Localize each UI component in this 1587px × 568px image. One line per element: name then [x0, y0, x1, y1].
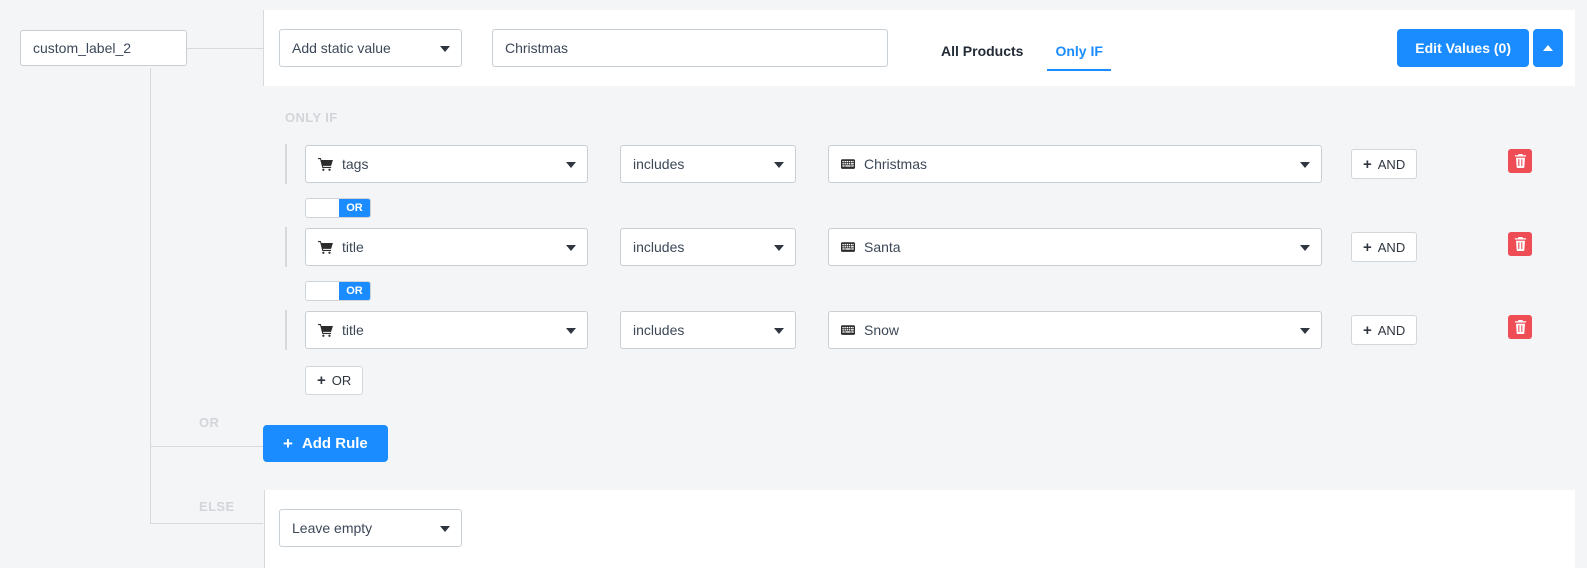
shopping-cart-icon [318, 157, 333, 171]
shopping-cart-icon [318, 240, 333, 254]
rule-field-label: title [342, 322, 364, 338]
action-type-label: Add static value [292, 40, 391, 56]
shopping-cart-icon [318, 323, 333, 337]
tab-only-if[interactable]: Only IF [1047, 43, 1111, 71]
connector-to-add-rule [150, 446, 263, 447]
rule-value-select[interactable]: Santa [828, 228, 1322, 266]
delete-rule-button[interactable] [1508, 149, 1532, 173]
rule-builder-screen: custom_label_2 Add static value Christma… [0, 0, 1587, 568]
chevron-down-icon [774, 162, 784, 168]
plus-icon: + [1363, 238, 1372, 256]
rule-field-select[interactable]: title [305, 228, 588, 266]
rule-value-label: Christmas [864, 156, 928, 172]
connector-to-else [150, 523, 263, 524]
and-label: AND [1377, 322, 1406, 338]
rule-field-label: title [342, 239, 364, 255]
static-value-text: Christmas [505, 40, 569, 56]
rule-value-label: Snow [864, 322, 900, 338]
tab-all-products[interactable]: All Products [933, 43, 1031, 71]
else-action-select[interactable]: Leave empty [279, 509, 462, 547]
plus-icon: + [317, 372, 326, 389]
rule-row: tags includes Christmas + AND [285, 144, 1418, 184]
collapse-button[interactable] [1533, 29, 1563, 67]
header-actions: Edit Values (0) [1397, 29, 1563, 67]
chevron-down-icon [1300, 328, 1310, 334]
connector-to-field-name [186, 48, 264, 49]
or-toggle-knob [306, 282, 339, 300]
rule-row: title includes Snow + AND [285, 310, 1418, 350]
trash-icon [1514, 320, 1526, 334]
static-value-input[interactable]: Christmas [492, 29, 888, 67]
chevron-down-icon [1300, 162, 1310, 168]
rail-label-else: ELSE [199, 499, 235, 514]
edit-values-button[interactable]: Edit Values (0) [1397, 29, 1529, 67]
field-name-chip[interactable]: custom_label_2 [20, 30, 187, 66]
rule-operator-select[interactable]: includes [620, 311, 796, 349]
tab-bar: All Products Only IF [933, 25, 1111, 71]
chevron-down-icon [566, 328, 576, 334]
add-and-condition-button[interactable]: + AND [1351, 315, 1418, 345]
chevron-down-icon [440, 526, 450, 532]
connector-vertical-main [150, 68, 151, 523]
chevron-down-icon [440, 46, 450, 52]
add-and-condition-button[interactable]: + AND [1351, 232, 1418, 262]
header-panel: Add static value Christmas All Products … [264, 10, 1575, 86]
field-name-label: custom_label_2 [33, 40, 132, 56]
or-toggle-label: OR [339, 282, 370, 300]
add-and-condition-button[interactable]: + AND [1351, 149, 1418, 179]
chevron-down-icon [1300, 245, 1310, 251]
rail-label-or: OR [199, 415, 220, 430]
tab-all-products-label: All Products [941, 43, 1024, 59]
rule-row-marker [285, 310, 287, 350]
plus-icon: + [1363, 321, 1372, 339]
rule-operator-label: includes [633, 156, 685, 172]
or-label: OR [331, 373, 352, 388]
or-toggle[interactable]: OR [305, 198, 371, 218]
delete-rule-button[interactable] [1508, 232, 1532, 256]
rule-row-marker [285, 227, 287, 267]
or-toggle-knob [306, 199, 339, 217]
trash-icon [1514, 237, 1526, 251]
rule-operator-select[interactable]: includes [620, 145, 796, 183]
chevron-up-icon [1543, 45, 1553, 51]
chevron-down-icon [566, 245, 576, 251]
add-rule-label: Add Rule [301, 435, 368, 452]
trash-icon [1514, 154, 1526, 168]
only-if-section-label: ONLY IF [285, 110, 338, 125]
keyboard-icon [841, 159, 855, 169]
rule-value-label: Santa [864, 239, 901, 255]
rule-row-marker [285, 144, 287, 184]
and-label: AND [1377, 156, 1406, 172]
rule-operator-label: includes [633, 239, 685, 255]
keyboard-icon [841, 242, 855, 252]
rule-operator-select[interactable]: includes [620, 228, 796, 266]
add-or-condition-button[interactable]: + OR [305, 366, 364, 395]
action-type-select[interactable]: Add static value [279, 29, 462, 67]
rule-row: title includes Santa + AND [285, 227, 1418, 267]
else-panel: Leave empty [264, 490, 1575, 568]
rule-field-label: tags [342, 156, 369, 172]
or-toggle[interactable]: OR [305, 281, 371, 301]
keyboard-icon [841, 325, 855, 335]
tab-only-if-label: Only IF [1055, 43, 1103, 59]
rule-value-select[interactable]: Christmas [828, 145, 1322, 183]
plus-icon: + [1363, 155, 1372, 173]
chevron-down-icon [774, 328, 784, 334]
add-rule-button[interactable]: + Add Rule [263, 425, 388, 462]
plus-icon: + [283, 434, 293, 453]
rule-field-select[interactable]: title [305, 311, 588, 349]
delete-rule-button[interactable] [1508, 315, 1532, 339]
rule-operator-label: includes [633, 322, 685, 338]
rule-field-select[interactable]: tags [305, 145, 588, 183]
rule-value-select[interactable]: Snow [828, 311, 1322, 349]
chevron-down-icon [774, 245, 784, 251]
chevron-down-icon [566, 162, 576, 168]
else-action-label: Leave empty [292, 520, 373, 536]
else-panel-edge [264, 490, 265, 568]
and-label: AND [1377, 239, 1406, 255]
or-toggle-label: OR [339, 199, 370, 217]
